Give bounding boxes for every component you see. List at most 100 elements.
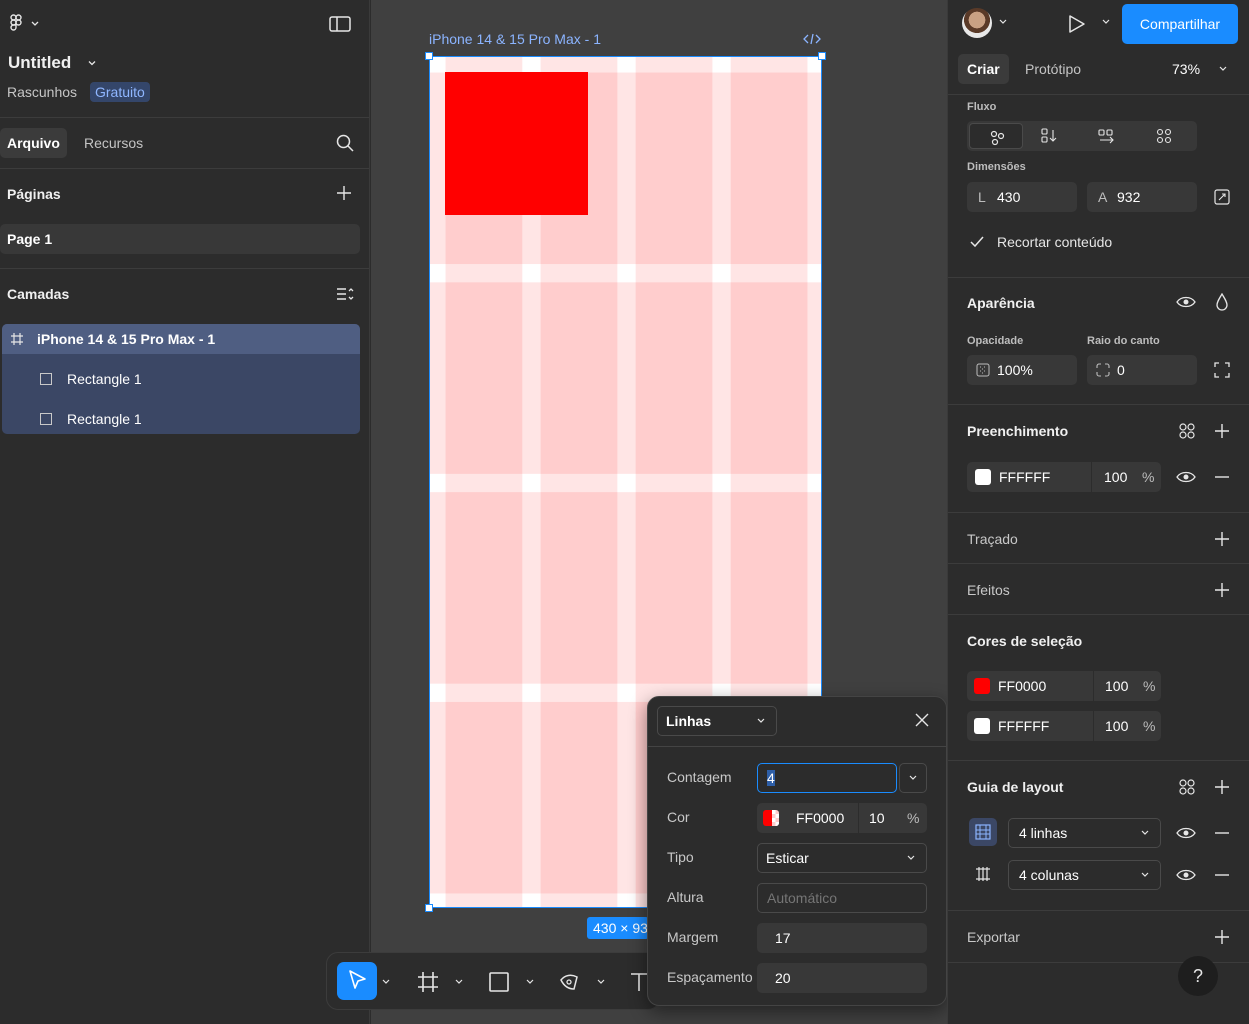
fill-swatch[interactable] [975, 469, 991, 485]
fill-opacity[interactable]: 100 [1104, 462, 1127, 492]
page-item[interactable]: Page 1 [0, 224, 360, 254]
columns-grid-icon[interactable] [969, 860, 997, 888]
divider [948, 614, 1249, 615]
frame-label[interactable]: iPhone 14 & 15 Pro Max - 1 [429, 31, 601, 47]
tab-criar[interactable]: Criar [958, 54, 1009, 84]
count-input[interactable]: 4 [757, 763, 897, 793]
independent-corners-icon[interactable] [1214, 362, 1230, 378]
remove-guide-icon[interactable] [1214, 874, 1230, 876]
add-page-icon[interactable] [336, 185, 352, 201]
height-value[interactable]: 932 [1117, 182, 1140, 212]
rectangle-icon [40, 413, 52, 425]
chevron-down-icon[interactable] [998, 18, 1008, 26]
frame-tool-icon[interactable] [417, 971, 439, 993]
rows-grid-icon[interactable] [969, 818, 997, 846]
blend-mode-icon[interactable] [1214, 293, 1230, 311]
corner-radius-value[interactable]: 0 [1117, 355, 1125, 385]
width-field[interactable]: L 430 [967, 182, 1077, 212]
sidebar-toggle-icon[interactable] [329, 15, 351, 33]
selection-color-opacity[interactable]: 100 [1105, 671, 1128, 701]
tab-prototipo[interactable]: Protótipo [1025, 54, 1081, 84]
margin-input[interactable]: 17 [757, 923, 927, 953]
grid-color-field[interactable]: FF0000 10 % [757, 803, 927, 833]
opacity-value[interactable]: 100% [997, 355, 1033, 385]
eye-icon[interactable] [1176, 470, 1196, 484]
rows-guide-select[interactable]: 4 linhas [1008, 818, 1161, 848]
add-layout-guide-icon[interactable] [1214, 779, 1230, 795]
eye-icon[interactable] [1176, 826, 1196, 840]
red-rectangle[interactable] [445, 72, 588, 215]
file-title[interactable]: Untitled [8, 53, 71, 73]
selection-color-hex[interactable]: FFFFFF [998, 711, 1049, 741]
flow-free-button[interactable] [969, 123, 1023, 149]
play-icon[interactable] [1068, 14, 1086, 34]
code-icon[interactable] [803, 32, 821, 46]
figma-logo-icon[interactable] [8, 13, 40, 35]
add-fill-icon[interactable] [1214, 423, 1230, 439]
layer-rectangle[interactable]: Rectangle 1 [2, 404, 360, 434]
collapse-layers-icon[interactable] [336, 286, 354, 302]
checkbox-checked-icon[interactable] [969, 235, 985, 249]
selection-color-row[interactable]: FF0000 100 % [967, 671, 1161, 701]
avatar[interactable] [962, 8, 992, 38]
chevron-down-icon[interactable] [596, 978, 606, 986]
fill-hex[interactable]: FFFFFF [999, 462, 1050, 492]
chevron-down-icon[interactable] [454, 978, 464, 986]
corner-radius-field[interactable]: 0 [1087, 355, 1197, 385]
add-stroke-icon[interactable] [1214, 531, 1230, 547]
color-swatch[interactable] [974, 678, 990, 694]
grid-color-opacity[interactable]: 10 [869, 803, 885, 833]
help-button[interactable]: ? [1178, 956, 1218, 996]
chevron-down-icon[interactable] [86, 57, 98, 69]
flow-horizontal-icon[interactable] [1097, 127, 1117, 145]
flow-vertical-icon[interactable] [1039, 127, 1059, 145]
tab-recursos[interactable]: Recursos [84, 128, 143, 158]
rectangle-tool-icon[interactable] [488, 971, 510, 993]
chevron-down-icon[interactable] [525, 978, 535, 986]
grid-color-hex[interactable]: FF0000 [796, 803, 844, 833]
width-value[interactable]: 430 [997, 182, 1020, 212]
add-effect-icon[interactable] [1214, 582, 1230, 598]
height-input[interactable] [757, 883, 927, 913]
chevron-down-icon[interactable] [1101, 18, 1111, 26]
pen-tool-icon[interactable] [558, 971, 580, 993]
tab-arquivo[interactable]: Arquivo [0, 128, 67, 158]
selection-color-row[interactable]: FFFFFF 100 % [967, 711, 1161, 741]
opacity-field[interactable]: 100% [967, 355, 1077, 385]
styles-icon[interactable] [1179, 423, 1195, 439]
color-swatch[interactable] [974, 718, 990, 734]
zoom-level[interactable]: 73% [1172, 54, 1200, 84]
close-icon[interactable] [914, 712, 930, 728]
add-export-icon[interactable] [1214, 929, 1230, 945]
height-field[interactable]: A 932 [1087, 182, 1197, 212]
search-icon[interactable] [336, 134, 354, 152]
flow-grid-icon[interactable] [1154, 127, 1174, 145]
fill-field[interactable]: FFFFFF 100 % [967, 462, 1161, 492]
chevron-down-icon[interactable] [381, 978, 391, 986]
resize-handle[interactable] [425, 904, 433, 912]
eye-icon[interactable] [1176, 295, 1196, 309]
selection-color-opacity[interactable]: 100 [1105, 711, 1128, 741]
move-tool-button[interactable] [337, 962, 377, 1000]
resize-to-fit-icon[interactable] [1214, 189, 1230, 205]
text-tool-icon[interactable] [629, 971, 649, 993]
styles-icon[interactable] [1179, 779, 1195, 795]
columns-guide-select[interactable]: 4 colunas [1008, 860, 1161, 890]
remove-guide-icon[interactable] [1214, 832, 1230, 834]
grid-type-dropdown[interactable]: Esticar [757, 843, 927, 873]
project-name[interactable]: Rascunhos [7, 84, 77, 100]
color-swatch[interactable] [763, 810, 779, 826]
resize-handle[interactable] [425, 52, 433, 60]
share-button[interactable]: Compartilhar [1122, 4, 1238, 44]
remove-fill-icon[interactable] [1214, 476, 1230, 478]
layer-frame[interactable]: iPhone 14 & 15 Pro Max - 1 [2, 324, 360, 354]
gutter-input[interactable]: 20 [757, 963, 927, 993]
count-dropdown[interactable] [899, 763, 927, 793]
layer-rectangle[interactable]: Rectangle 1 [2, 364, 360, 394]
clip-content-label[interactable]: Recortar conteúdo [997, 234, 1112, 250]
grid-type-select[interactable]: Linhas [657, 706, 777, 736]
eye-icon[interactable] [1176, 868, 1196, 882]
resize-handle[interactable] [818, 52, 826, 60]
chevron-down-icon[interactable] [1218, 65, 1228, 73]
selection-color-hex[interactable]: FF0000 [998, 671, 1046, 701]
